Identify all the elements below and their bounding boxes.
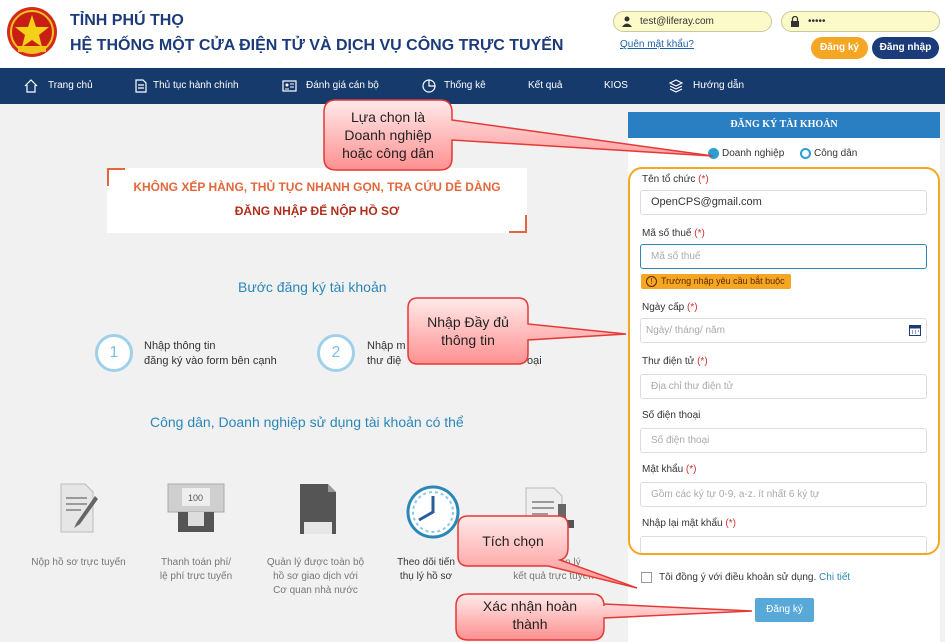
callout-line: hoặc công dân [342, 145, 434, 161]
callout-line: thành [512, 616, 548, 632]
callout-line: Xác nhận hoàn [482, 598, 578, 614]
callout-fill-info-text: Nhập Đầy đủ thông tin [410, 313, 526, 349]
callout-check [457, 515, 638, 589]
callout-select-type-text: Lựa chọn là Doanh nghiệp hoặc công dân [328, 108, 448, 162]
callout-line: thông tin [441, 332, 495, 348]
callout-line: Lựa chọn là [351, 109, 425, 125]
callout-check-text: Tích chọn [482, 533, 544, 549]
callout-confirm-text: Xác nhận hoàn thành [458, 597, 602, 633]
callout-line: Doanh nghiệp [344, 127, 432, 143]
callout-line: Nhập Đầy đủ [427, 314, 509, 330]
